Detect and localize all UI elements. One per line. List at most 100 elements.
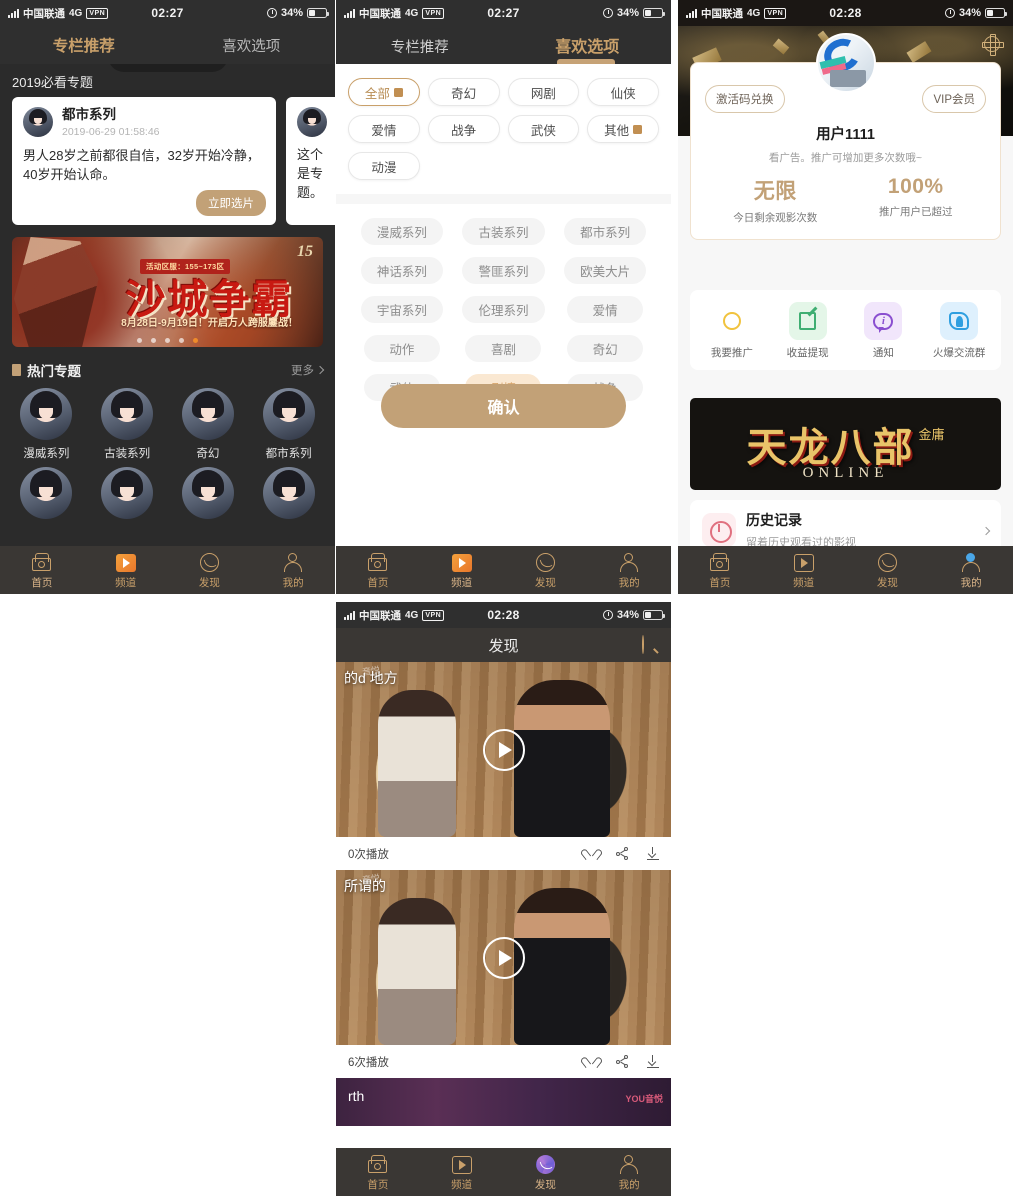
status-bar: 中国联通 4G VPN 02:27 34% [336,0,671,26]
tab-home-label: 首页 [367,1178,389,1191]
video-thumbnail-partial[interactable]: rth YOU音悦 [336,1078,671,1126]
video-actions [585,847,659,860]
video-caption: 所谓的 [344,878,386,894]
vpn-badge: VPN [422,609,445,621]
chip-marvel-series[interactable]: 漫威系列 [360,218,443,245]
video-thumbnail[interactable]: 音悦 所谓的 [336,870,671,1045]
hot-topic-item[interactable] [168,467,249,519]
heart-icon[interactable] [585,1056,598,1068]
status-left: 中国联通 4G VPN [344,608,445,623]
discover-icon [168,552,252,574]
tab-channel[interactable]: 频道 [420,552,504,589]
topic-card-next[interactable]: 这个是专题。 [286,97,335,225]
home-icon [678,552,762,574]
tab-profile[interactable]: 我的 [587,552,671,589]
chip-label: 全部 [364,86,390,101]
chip-anime[interactable]: 动漫 [348,152,420,180]
confirm-button[interactable]: 确认 [381,384,626,428]
tab-profile[interactable]: 我的 [587,1154,671,1191]
chip-crime-series[interactable]: 警匪系列 [462,257,545,284]
topic-card[interactable]: 都市系列 2019-06-29 01:58:46 男人28岁之前都很自信，32岁… [12,97,276,225]
tab-column-recommend[interactable]: 专栏推荐 [0,34,168,56]
hot-topic-item[interactable] [6,467,87,519]
chip-war[interactable]: 战争 [427,115,500,143]
phone-panel-home: 中国联通 4G VPN 02:27 34% 专栏推荐 喜欢选项 2019必看专题 [0,0,335,594]
heart-icon[interactable] [585,848,598,860]
hot-topic-item[interactable]: 古装系列 [87,388,168,461]
tab-home[interactable]: 首页 [336,552,420,589]
chip-webdrama[interactable]: 网剧 [507,78,580,106]
tab-profile[interactable]: 我的 [251,552,335,589]
tab-discover[interactable]: 发现 [504,1154,588,1191]
redeem-code-button[interactable]: 激活码兑换 [705,85,785,113]
chip-xianxia[interactable]: 仙侠 [587,78,659,106]
chip-myth-series[interactable]: 神话系列 [360,257,443,284]
carrier-label: 中国联通 [701,7,743,20]
quick-action-notice[interactable]: i 通知 [846,302,922,360]
tab-favorite-options[interactable]: 喜欢选项 [168,35,336,56]
play-icon[interactable] [482,936,525,979]
game-banner[interactable]: 天龙八部 金庸 ONLINE [690,398,1001,490]
tab-discover[interactable]: 发现 [504,552,588,589]
chip-all[interactable]: 全部 [348,78,420,106]
gear-icon[interactable] [982,36,1004,52]
avatar[interactable] [815,33,876,93]
download-icon[interactable] [647,847,659,860]
quick-action-group[interactable]: 火爆交流群 [921,302,997,360]
quick-action-promote[interactable]: 我要推广 [694,302,770,360]
tab-channel[interactable]: 频道 [420,1154,504,1191]
chip-romance-2[interactable]: 爱情 [567,296,644,323]
share-icon[interactable] [616,847,629,860]
video-person-right [514,680,610,837]
tab-discover[interactable]: 发现 [846,552,930,589]
hot-topic-item[interactable] [87,467,168,519]
hot-topic-item[interactable]: 漫威系列 [6,388,87,461]
chip-western-blockbuster[interactable]: 欧美大片 [564,257,647,284]
video-thumbnail[interactable]: 音悦 的d 地方 [336,662,671,837]
game-banner[interactable]: 15 活动区服：155~173区 沙城争霸 8月28日-9月19日！开启万人跨服… [12,237,323,347]
chip-wuxia[interactable]: 武侠 [507,115,580,143]
card-header: 都市系列 2019-06-29 01:58:46 [23,107,265,138]
chip-ethics-series[interactable]: 伦理系列 [462,296,545,323]
play-count: 0次播放 [348,848,389,861]
chip-urban-series[interactable]: 都市系列 [564,218,647,245]
status-left: 中国联通 4G VPN [8,6,109,21]
chip-other[interactable]: 其他 [587,115,659,143]
more-link[interactable]: 更多 [291,362,325,378]
download-icon[interactable] [647,1055,659,1068]
tab-profile-label: 我的 [282,576,304,589]
profile-card: 激活码兑换 VIP会员 用户1111 看广告。推广可增加更多次数哦~ 无限 今日… [690,33,1001,240]
share-icon[interactable] [616,1055,629,1068]
tab-column-recommend[interactable]: 专栏推荐 [336,36,504,64]
tab-home[interactable]: 首页 [0,552,84,589]
chip-action[interactable]: 动作 [363,335,440,362]
avatar [262,467,315,519]
hot-topic-item[interactable] [248,467,329,519]
carousel-dots[interactable] [12,338,323,343]
card-title: 都市系列 [62,107,116,122]
tab-discover[interactable]: 发现 [168,552,252,589]
network-label: 4G [405,7,419,19]
hot-topics-title: 热门专题 [27,364,81,379]
quick-action-withdraw[interactable]: 收益提现 [770,302,846,360]
chip-fantasy[interactable]: 奇幻 [427,78,500,106]
chip-romance[interactable]: 爱情 [348,115,420,143]
hot-topic-item[interactable]: 都市系列 [248,388,329,461]
pull-handle[interactable] [107,64,228,72]
tab-home[interactable]: 首页 [678,552,762,589]
play-icon[interactable] [482,728,525,771]
select-film-button[interactable]: 立即选片 [196,190,266,216]
chip-space-series[interactable]: 宇宙系列 [360,296,443,323]
tab-channel[interactable]: 频道 [84,552,168,589]
chip-costume-series[interactable]: 古装系列 [462,218,545,245]
chip-fantasy-2[interactable]: 奇幻 [567,335,644,362]
search-icon[interactable] [642,635,659,654]
hot-topic-item[interactable]: 奇幻 [168,388,249,461]
tab-profile[interactable]: 我的 [929,552,1013,589]
vip-member-button[interactable]: VIP会员 [922,85,986,113]
tab-channel[interactable]: 频道 [762,552,846,589]
avatar [20,467,73,519]
home-icon [336,552,420,574]
tab-home[interactable]: 首页 [336,1154,420,1191]
chip-comedy[interactable]: 喜剧 [465,335,542,362]
